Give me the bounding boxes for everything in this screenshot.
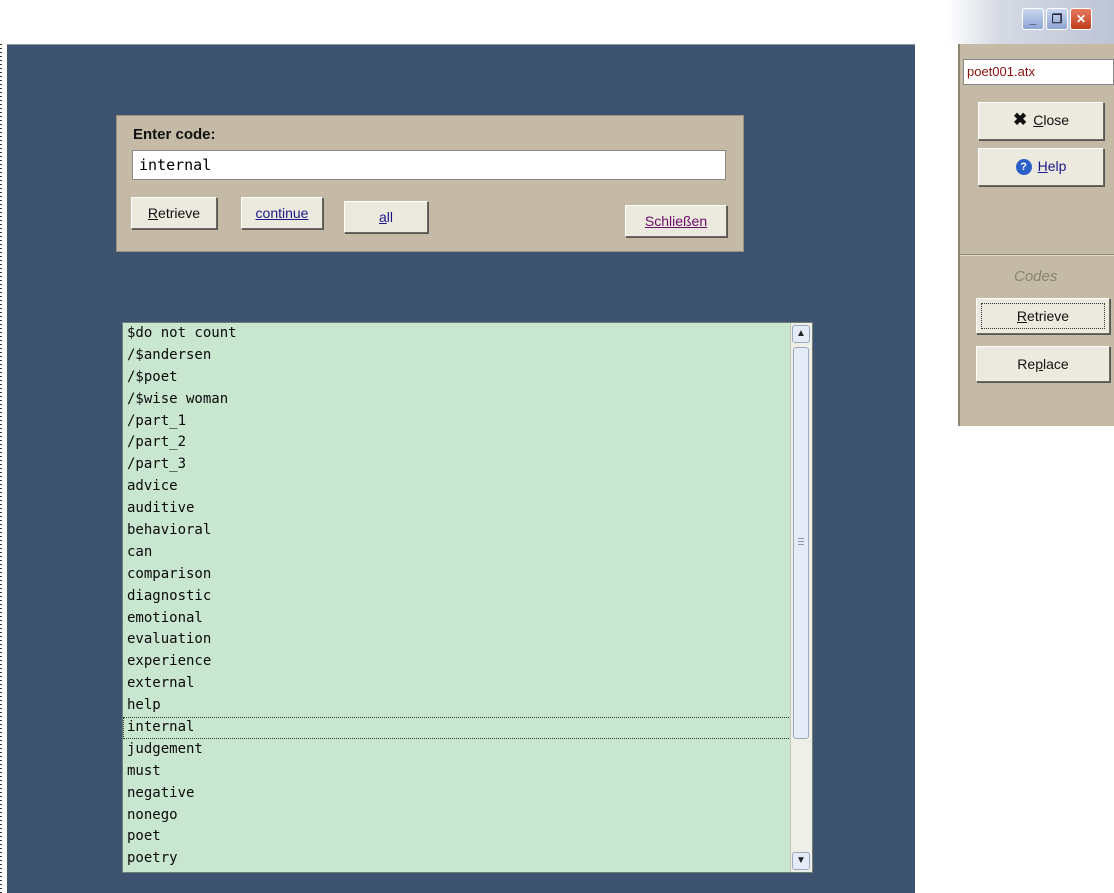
code-list-item[interactable]: advice [123,476,791,498]
code-list-item[interactable]: help [123,695,791,717]
code-list-item[interactable]: emotional [123,608,791,630]
codes-retrieve-button[interactable]: Retrieve [976,298,1110,334]
retrieve-button[interactable]: Retrieve [131,197,217,229]
scroll-grip-icon [798,538,804,546]
retrieve-label: etrieve [158,205,201,221]
close-button[interactable]: ✖ Close [978,102,1104,140]
code-list-item[interactable]: /$andersen [123,345,791,367]
scroll-up-arrow-icon[interactable]: ▲ [792,325,810,343]
code-list-item[interactable]: behavioral [123,520,791,542]
help-mnemonic: H [1037,158,1048,174]
code-list-item[interactable]: $do not count [123,323,791,345]
scroll-down-arrow-icon[interactable]: ▼ [792,852,810,870]
help-label: elp [1047,158,1067,174]
code-list-scrollbar[interactable]: ▲ ▼ [790,323,812,872]
code-list-item[interactable]: auditive [123,498,791,520]
schliessen-label: chließen [654,213,708,229]
workspace-border [7,44,915,45]
section-divider-highlight [960,255,1114,256]
code-list-item[interactable]: poetry [123,848,791,870]
window-close-icon[interactable]: ✕ [1070,8,1092,30]
scroll-thumb[interactable] [793,347,809,739]
help-icon: ? [1015,159,1032,176]
all-label: ll [386,209,394,225]
window-edge [0,44,2,893]
replace-prefix: Re [1017,356,1036,372]
code-list-item[interactable]: evaluation [123,629,791,651]
help-button[interactable]: ? Help [978,148,1104,186]
all-button[interactable]: all [344,201,428,233]
replace-label: lace [1043,356,1069,372]
code-list-item[interactable]: diagnostic [123,586,791,608]
close-mnemonic: C [1033,112,1044,128]
enter-code-dialog: Enter code: Retrieve continue all Schlie… [116,115,744,252]
code-list-item[interactable]: external [123,673,791,695]
file-name-field[interactable]: poet001.atx [963,59,1114,85]
continue-label: continue [255,205,309,221]
enter-code-label: Enter code: [133,126,216,143]
close-x-icon: ✖ [1012,110,1028,129]
code-list-item[interactable]: poet [123,826,791,848]
code-list-item[interactable]: /$wise woman [123,389,791,411]
code-list-item[interactable]: experience [123,651,791,673]
code-list-item[interactable]: internal [123,717,791,739]
all-mnemonic: a [378,209,387,225]
retrieve-mnemonic: R [147,205,159,221]
codes-replace-button[interactable]: Replace [976,346,1110,382]
focus-rect [981,303,1105,329]
code-list-item[interactable]: must [123,761,791,783]
code-list-items: $do not count/$andersen/$poet/$wise woma… [123,323,791,872]
code-list-item[interactable]: /part_3 [123,454,791,476]
code-input[interactable] [132,150,726,180]
close-label: lose [1043,112,1070,128]
code-list-item[interactable]: comparison [123,564,791,586]
code-list-item[interactable]: nonego [123,805,791,827]
code-list[interactable]: $do not count/$andersen/$poet/$wise woma… [122,322,813,873]
code-list-item[interactable]: positive [123,870,791,872]
code-list-item[interactable]: can [123,542,791,564]
code-list-item[interactable]: judgement [123,739,791,761]
code-list-item[interactable]: /part_2 [123,432,791,454]
codes-section-label: Codes [1014,268,1058,285]
schliessen-button[interactable]: Schließen [625,205,727,237]
restore-icon[interactable]: ❐ [1046,8,1068,30]
continue-button[interactable]: continue [241,197,323,229]
code-list-item[interactable]: negative [123,783,791,805]
code-list-item[interactable]: /$poet [123,367,791,389]
replace-mnemonic: p [1035,356,1043,372]
minimize-icon[interactable]: _ [1022,8,1044,30]
code-list-item[interactable]: /part_1 [123,411,791,433]
schliessen-mnemonic: S [644,213,655,229]
